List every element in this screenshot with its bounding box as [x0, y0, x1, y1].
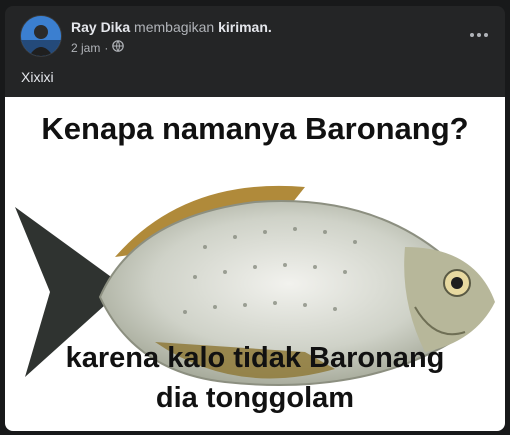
image-text-answer-line-2: dia tonggolam: [155, 382, 355, 414]
share-action-text: membagikan: [134, 19, 215, 35]
avatar[interactable]: [21, 16, 61, 56]
image-text-question: Kenapa namanya Baronang?: [41, 111, 469, 146]
more-options-icon: [469, 25, 489, 43]
more-options-button[interactable]: [467, 24, 491, 44]
post-card: Ray Dika membagikan kiriman. 2 jam · Xix…: [5, 6, 505, 431]
post-header: Ray Dika membagikan kiriman. 2 jam ·: [5, 6, 505, 64]
profile-photo: [21, 16, 61, 56]
author-name[interactable]: Ray Dika: [71, 19, 130, 35]
post-meta: 2 jam ·: [71, 40, 125, 55]
separator-dot: ·: [104, 40, 109, 55]
post-author-line: Ray Dika membagikan kiriman.: [71, 19, 272, 35]
globe-icon[interactable]: [112, 40, 125, 55]
post-timestamp[interactable]: 2 jam: [71, 41, 100, 55]
post-caption: Xixixi: [21, 69, 54, 85]
shared-post-link[interactable]: kiriman.: [218, 19, 272, 35]
image-text-answer-line-1: karena kalo tidak Baronang: [65, 342, 445, 374]
post-image[interactable]: Kenapa namanya Baronang? karena kalo tid…: [5, 97, 505, 431]
